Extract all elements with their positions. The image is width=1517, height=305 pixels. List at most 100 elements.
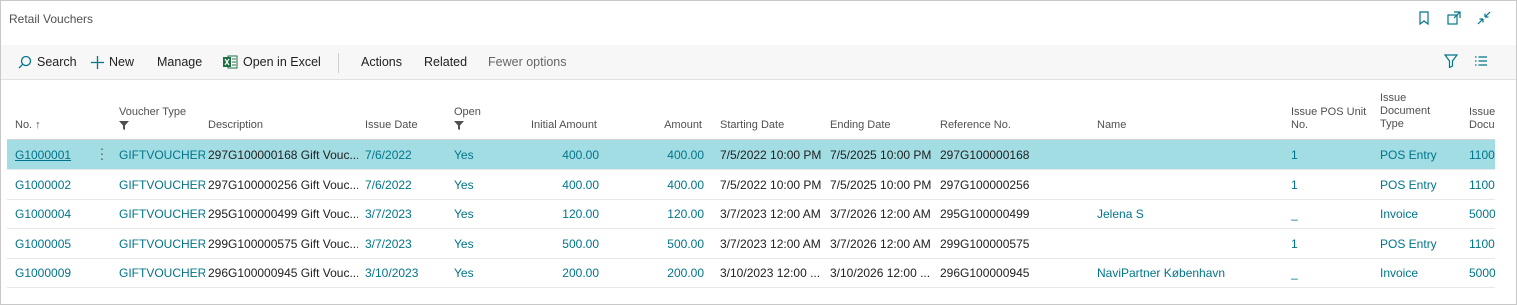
cell-voucher-type: GIFTVOUCHER: [119, 266, 205, 280]
open-new-window-icon[interactable]: [1446, 10, 1462, 26]
table-row[interactable]: G1000001 GIFTVOUCHER 297G100000168 Gift Vo…: [7, 140, 1495, 170]
toolbar-divider: [338, 53, 339, 73]
cell-open: Yes: [454, 266, 474, 280]
cell-starting-date: 3/7/2023 12:00 AM: [720, 207, 821, 221]
issue-doc-type-header-line2: Document: [1380, 105, 1431, 117]
cell-amount: 400.00: [667, 148, 704, 162]
new-label: New: [109, 55, 135, 69]
search-button[interactable]: Search: [18, 55, 77, 69]
plus-icon: [91, 55, 104, 69]
cell-ending-date: 7/5/2025 10:00 PM: [830, 148, 932, 162]
issue-pos-unit-header-line2: No.: [1291, 119, 1309, 131]
new-button[interactable]: New: [91, 55, 134, 69]
column-header-starting-date[interactable]: Starting Date: [720, 119, 784, 132]
column-header-no[interactable]: No. ↑: [15, 119, 41, 132]
column-header-description[interactable]: Description: [208, 119, 263, 132]
cell-amount: 500.00: [667, 236, 704, 251]
cell-no[interactable]: G1000002: [15, 178, 105, 192]
fewer-options-label: Fewer options: [488, 55, 567, 69]
table-header: No. ↑ Voucher Type Description Issue Dat…: [7, 81, 1495, 140]
cell-starting-date: 3/7/2023 12:00 AM: [720, 236, 821, 251]
cell-issue-pos-unit: 1: [1291, 148, 1298, 162]
cell-issue-doc: 5000: [1469, 207, 1495, 221]
column-header-issue-pos-unit-no[interactable]: Issue POS Unit No.: [1291, 106, 1366, 132]
cell-starting-date: 3/10/2023 12:00 ...: [720, 266, 821, 280]
row-more-options-icon[interactable]: · · ·: [99, 141, 105, 165]
cell-issue-pos-unit: 1: [1291, 236, 1298, 251]
cell-issue-doc-type: POS Entry: [1380, 236, 1437, 251]
cell-no[interactable]: G1000001: [15, 148, 105, 162]
cell-issue-doc: 5000: [1469, 266, 1495, 280]
cell-open: Yes: [454, 177, 474, 192]
column-header-issue-document[interactable]: Issue Docum: [1469, 106, 1495, 132]
cell-amount: 120.00: [667, 207, 704, 221]
search-label: Search: [37, 55, 77, 69]
table-row[interactable]: G1000005 GIFTVOUCHER 299G100000575 Gift Vo…: [7, 229, 1495, 259]
open-in-excel-button[interactable]: Open in Excel: [223, 55, 321, 69]
page-title: Retail Vouchers: [9, 12, 94, 26]
cell-issue-doc: 1100: [1469, 177, 1495, 192]
column-header-name[interactable]: Name: [1097, 119, 1126, 132]
search-icon: [18, 55, 32, 69]
table-row[interactable]: G1000009 GIFTVOUCHER 296G100000945 Gift Vo…: [7, 258, 1495, 288]
cell-issue-pos-unit: _: [1291, 207, 1298, 221]
manage-button[interactable]: Manage: [157, 55, 202, 69]
cell-initial-amount: 200.00: [562, 266, 599, 280]
cell-issue-date: 7/6/2022: [365, 148, 412, 162]
issue-pos-unit-header-line1: Issue POS Unit: [1291, 106, 1367, 118]
cell-reference-no: 297G100000256: [940, 177, 1030, 192]
related-menu[interactable]: Related: [424, 55, 467, 69]
cell-no[interactable]: G1000005: [15, 237, 105, 251]
issue-doc-type-header-line3: Type: [1380, 118, 1404, 130]
cell-reference-no: 296G100000945: [940, 266, 1030, 280]
column-header-ending-date[interactable]: Ending Date: [830, 119, 891, 132]
cell-no[interactable]: G1000004: [15, 207, 105, 221]
cell-voucher-type: GIFTVOUCHER: [119, 148, 205, 162]
column-header-issue-document-type[interactable]: Issue Document Type: [1380, 92, 1430, 131]
cell-ending-date: 3/7/2026 12:00 AM: [830, 207, 931, 221]
cell-open: Yes: [454, 148, 474, 162]
collapse-icon[interactable]: [1476, 10, 1492, 26]
cell-ending-date: 3/10/2026 12:00 ...: [830, 266, 931, 280]
cell-issue-date: 3/7/2023: [365, 207, 412, 221]
manage-label: Manage: [157, 55, 203, 69]
cell-open: Yes: [454, 207, 474, 221]
issue-doc-header-line2: Docum: [1469, 119, 1495, 131]
issue-doc-header-line1: Issue: [1469, 106, 1495, 118]
column-header-amount[interactable]: Amount: [607, 119, 702, 132]
cell-reference-no: 297G100000168: [940, 148, 1030, 162]
vouchers-table: No. ↑ Voucher Type Description Issue Dat…: [7, 81, 1495, 291]
cell-reference-no: 299G100000575: [940, 236, 1030, 251]
column-header-voucher-type[interactable]: Voucher Type: [119, 106, 186, 130]
table-row[interactable]: G1000002 GIFTVOUCHER 297G100000256 Gift Vo…: [7, 170, 1495, 200]
table-row[interactable]: G1000004 GIFTVOUCHER 295G100000499 Gift Vo…: [7, 199, 1495, 229]
cell-initial-amount: 120.00: [562, 207, 599, 221]
cell-voucher-type: GIFTVOUCHER: [119, 236, 205, 251]
cell-initial-amount: 400.00: [562, 177, 599, 192]
bookmark-icon[interactable]: [1416, 10, 1432, 26]
cell-issue-date: 7/6/2022: [365, 177, 412, 192]
open-in-excel-label: Open in Excel: [243, 55, 321, 69]
filter-pane-icon[interactable]: [1443, 54, 1459, 71]
fewer-options-button[interactable]: Fewer options: [488, 55, 567, 69]
cell-starting-date: 7/5/2022 10:00 PM: [720, 177, 822, 192]
cell-name[interactable]: Jelena S: [1097, 207, 1287, 221]
cell-ending-date: 7/5/2025 10:00 PM: [830, 177, 932, 192]
cell-issue-pos-unit: _: [1291, 266, 1298, 280]
action-bar: Search New Manage Open in Excel Actions …: [1, 45, 1516, 80]
cell-starting-date: 7/5/2022 10:00 PM: [720, 148, 822, 162]
column-header-open[interactable]: Open: [454, 106, 481, 130]
cell-issue-doc: 1100: [1469, 148, 1495, 162]
column-header-initial-amount[interactable]: Initial Amount: [497, 119, 597, 132]
actions-menu[interactable]: Actions: [361, 55, 402, 69]
filter-icon: [119, 121, 129, 130]
open-header-label: Open: [454, 106, 481, 118]
list-view-icon[interactable]: [1474, 54, 1488, 71]
column-header-issue-date[interactable]: Issue Date: [365, 119, 418, 132]
column-header-reference-no[interactable]: Reference No.: [940, 119, 1011, 132]
cell-name[interactable]: NaviPartner København: [1097, 266, 1287, 280]
cell-issue-doc-type: POS Entry: [1380, 148, 1437, 162]
cell-description: 297G100000256 Gift Vouc...: [208, 177, 358, 192]
cell-issue-doc-type: Invoice: [1380, 207, 1419, 221]
cell-no[interactable]: G1000009: [15, 266, 105, 280]
